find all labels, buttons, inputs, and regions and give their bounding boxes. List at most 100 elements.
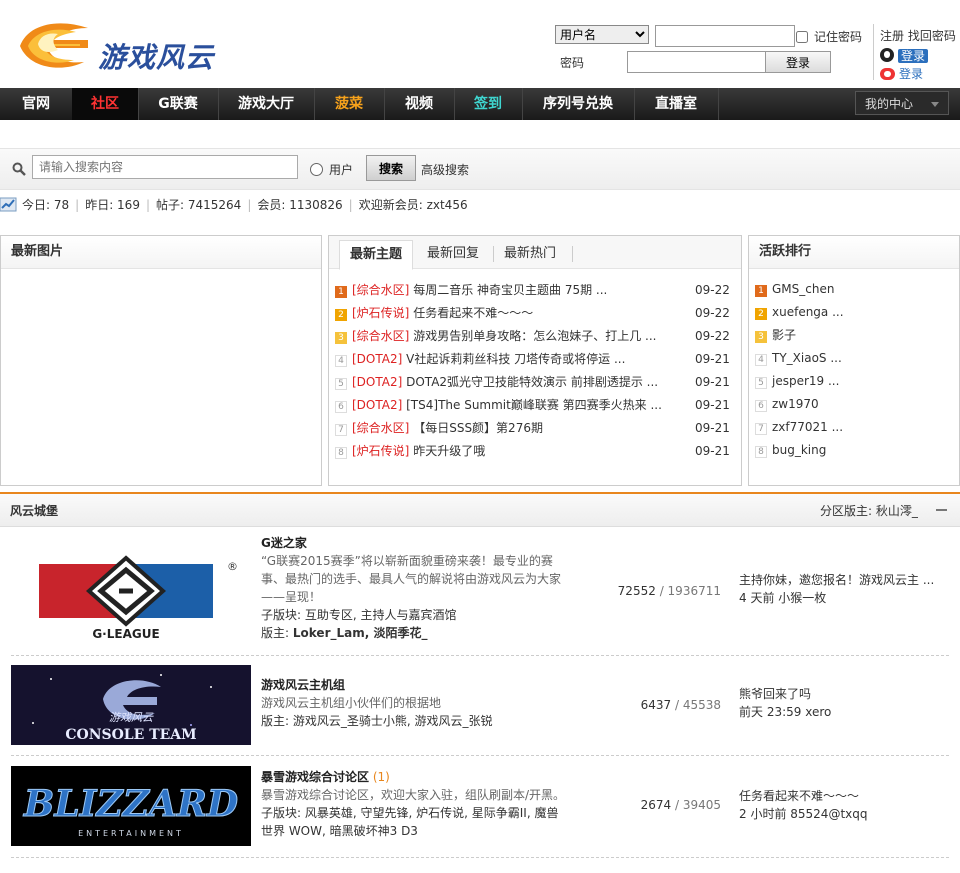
my-center-dropdown[interactable]: 我的中心: [855, 91, 949, 115]
search-input[interactable]: [32, 155, 298, 179]
search-button[interactable]: 搜索: [366, 155, 416, 181]
topic-category[interactable]: [综合水区]: [352, 421, 409, 435]
nav-official[interactable]: 官网: [0, 88, 73, 120]
chart-icon: [0, 197, 17, 212]
rank-username[interactable]: xuefenga ...: [772, 305, 844, 319]
rank-username[interactable]: GMS_chen: [772, 282, 834, 296]
forum-name[interactable]: G迷之家: [261, 534, 566, 552]
rank-username[interactable]: TY_XiaoS ...: [772, 351, 842, 365]
login-type-select[interactable]: 用户名: [555, 25, 649, 44]
nav-game-hall[interactable]: 游戏大厅: [218, 88, 315, 120]
topic-row[interactable]: 8 [炉石传说] 昨天升级了哦: [335, 440, 485, 462]
topic-row[interactable]: 4 [DOTA2] V社起诉莉莉丝科技 刀塔传奇或将停运 ...: [335, 348, 625, 370]
rank-badge: 4: [335, 355, 347, 367]
forum-name[interactable]: 暴雪游戏综合讨论区: [261, 770, 369, 784]
topic-title[interactable]: 昨天升级了哦: [413, 444, 485, 458]
topic-title[interactable]: 每周二音乐 神奇宝贝主题曲 75期 ...: [413, 283, 607, 297]
rank-row[interactable]: 3 影子: [755, 324, 796, 346]
login-button[interactable]: 登录: [765, 51, 831, 73]
rank-row[interactable]: 8 bug_king: [755, 439, 826, 461]
topic-title[interactable]: 任务看起来不难～～～: [413, 306, 533, 320]
gleague-logo-image: ® G·LEAGUE: [39, 555, 238, 641]
rank-badge: 5: [755, 377, 767, 389]
topic-row[interactable]: 2 [炉石传说] 任务看起来不难～～～: [335, 302, 533, 324]
topic-category[interactable]: [炉石传说]: [352, 444, 409, 458]
rank-username[interactable]: jesper19 ...: [772, 374, 839, 388]
register-link[interactable]: 注册: [880, 29, 904, 43]
nav-serial-exchange[interactable]: 序列号兑换: [522, 88, 635, 120]
blizzard-logo-image: BLIZZARD ENTERTAINMENT: [11, 766, 251, 846]
topic-title[interactable]: [TS4]The Summit巅峰联赛 第四赛季火热来 ...: [406, 398, 662, 412]
topic-row[interactable]: 3 [综合水区] 游戏男告别单身攻略：怎么泡妹子、打上几 ...: [335, 325, 656, 347]
rank-username[interactable]: zw1970: [772, 397, 819, 411]
rank-username[interactable]: zxf77021 ...: [772, 420, 843, 434]
topic-category[interactable]: [DOTA2]: [352, 398, 402, 412]
rank-row[interactable]: 7 zxf77021 ...: [755, 416, 843, 438]
topic-date: 09-21: [695, 375, 730, 389]
nav-live-room[interactable]: 直播室: [634, 88, 719, 120]
username-input[interactable]: [655, 25, 795, 47]
advanced-search-link[interactable]: 高级搜索: [421, 161, 469, 178]
last-post-title[interactable]: 主持你妹，邀您报名！游戏风云主 ...: [739, 571, 949, 589]
rank-row[interactable]: 5 jesper19 ...: [755, 370, 839, 392]
forum-name[interactable]: 游戏风云主机组: [261, 676, 566, 694]
rank-row[interactable]: 2 xuefenga ...: [755, 301, 844, 323]
forum-subforums[interactable]: 子版块: 互助专区, 主持人与嘉宾酒馆: [261, 606, 566, 624]
topic-title[interactable]: DOTA2弧光守卫技能特效演示 前排剧透提示 ...: [406, 375, 658, 389]
nav-video[interactable]: 视频: [384, 88, 455, 120]
rank-badge: 3: [335, 332, 347, 344]
topic-row[interactable]: 5 [DOTA2] DOTA2弧光守卫技能特效演示 前排剧透提示 ...: [335, 371, 658, 393]
site-logo[interactable]: 游戏风云: [18, 14, 218, 78]
rank-row[interactable]: 1 GMS_chen: [755, 278, 834, 300]
svg-text:游戏风云: 游戏风云: [109, 711, 154, 724]
topic-title[interactable]: 游戏男告别单身攻略：怎么泡妹子、打上几 ...: [413, 329, 656, 343]
rank-username[interactable]: bug_king: [772, 443, 826, 457]
stat-posts: 帖子: 7415264: [156, 198, 242, 212]
blizzard-logo[interactable]: BLIZZARD ENTERTAINMENT: [11, 766, 251, 846]
nav-gleague[interactable]: G联赛: [138, 88, 219, 120]
topic-title[interactable]: 【每日SSS颜】第276期: [413, 421, 543, 435]
weibo-login-link[interactable]: 登录: [899, 67, 923, 81]
topic-category[interactable]: [DOTA2]: [352, 375, 402, 389]
qq-login[interactable]: 登录: [880, 48, 929, 63]
topic-date: 09-22: [695, 306, 730, 320]
rank-username[interactable]: 影子: [772, 328, 796, 342]
rank-row[interactable]: 4 TY_XiaoS ...: [755, 347, 842, 369]
chevron-down-icon: [931, 102, 939, 107]
topic-category[interactable]: [综合水区]: [352, 283, 409, 297]
topic-category[interactable]: [综合水区]: [352, 329, 409, 343]
weibo-login[interactable]: 登录: [880, 65, 923, 82]
divider: [11, 857, 949, 858]
topic-row[interactable]: 6 [DOTA2] [TS4]The Summit巅峰联赛 第四赛季火热来 ...: [335, 394, 662, 416]
remember-password[interactable]: 记住密码: [796, 28, 862, 45]
tab-latest-replies[interactable]: 最新回复: [417, 240, 489, 268]
forum-moderators[interactable]: 版主: 游戏风云_圣骑士小熊, 游戏风云_张锐: [261, 712, 566, 730]
last-post-title[interactable]: 熊爷回来了吗: [739, 685, 949, 703]
stat-yesterday: 昨日: 169: [85, 198, 140, 212]
nav-bocai[interactable]: 菠菜: [314, 88, 385, 120]
logo-text: 游戏风云: [98, 41, 215, 74]
gleague-logo[interactable]: ® G·LEAGUE: [11, 544, 251, 644]
qq-login-badge[interactable]: 登录: [898, 49, 929, 63]
remember-checkbox[interactable]: [796, 31, 808, 43]
forgot-password-link[interactable]: 找回密码: [908, 29, 956, 43]
password-input[interactable]: [627, 51, 767, 73]
topic-row[interactable]: 1 [综合水区] 每周二音乐 神奇宝贝主题曲 75期 ...: [335, 279, 607, 301]
topic-category[interactable]: [DOTA2]: [352, 352, 402, 366]
topic-category[interactable]: [炉石传说]: [352, 306, 409, 320]
nav-checkin[interactable]: 签到: [454, 88, 523, 120]
search-user-radio[interactable]: 用户: [310, 161, 353, 178]
collapse-icon[interactable]: [936, 509, 947, 511]
tab-latest-hot[interactable]: 最新热门: [494, 240, 566, 268]
topic-title[interactable]: V社起诉莉莉丝科技 刀塔传奇或将停运 ...: [406, 352, 625, 366]
console-team-logo[interactable]: 游戏风云 CONSOLE TEAM: [11, 665, 251, 745]
rank-row[interactable]: 6 zw1970: [755, 393, 819, 415]
nav-community[interactable]: 社区: [72, 88, 139, 120]
last-post-title[interactable]: 任务看起来不难～～～: [739, 787, 949, 805]
tab-latest-topics[interactable]: 最新主题: [339, 240, 414, 270]
topic-date: 09-21: [695, 352, 730, 366]
topic-row[interactable]: 7 [综合水区] 【每日SSS颜】第276期: [335, 417, 543, 439]
forum-subforums[interactable]: 子版块: 风暴英雄, 守望先锋, 炉石传说, 星际争霸II, 魔兽世界 WOW,…: [261, 804, 566, 840]
svg-text:CONSOLE TEAM: CONSOLE TEAM: [65, 727, 196, 743]
section-title[interactable]: 风云城堡: [10, 502, 58, 519]
